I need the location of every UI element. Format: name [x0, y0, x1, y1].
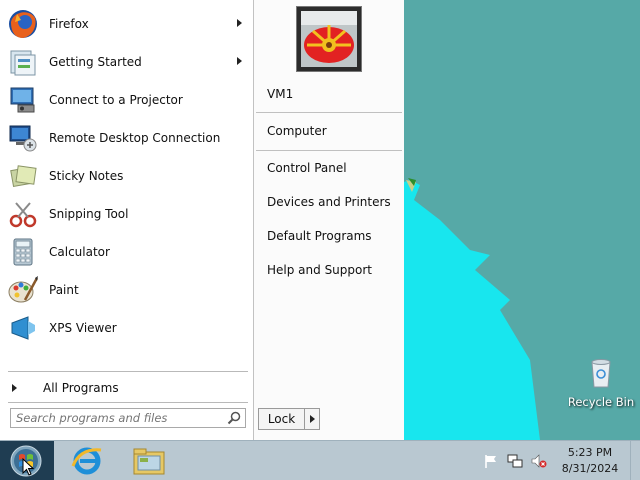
projector-icon — [6, 83, 40, 117]
submenu-arrow-icon[interactable] — [237, 19, 242, 27]
devices-printers-link[interactable]: Devices and Printers — [267, 195, 391, 209]
program-label: XPS Viewer — [49, 321, 117, 335]
program-xps-viewer[interactable]: XPS Viewer — [6, 310, 250, 346]
taskbar: 5:23 PM 8/31/2024 — [0, 440, 640, 480]
start-menu: Firefox Getting Started Connect to a Pro… — [0, 0, 404, 440]
program-paint[interactable]: Paint — [6, 272, 250, 308]
search-icon[interactable] — [227, 411, 241, 425]
program-label: Remote Desktop Connection — [49, 131, 221, 145]
program-connect-projector[interactable]: Connect to a Projector — [6, 82, 250, 118]
program-label: Getting Started — [49, 55, 142, 69]
program-label: Sticky Notes — [49, 169, 124, 183]
remote-desktop-icon — [6, 121, 40, 155]
user-picture-flower-icon — [301, 11, 357, 67]
program-remote-desktop[interactable]: Remote Desktop Connection — [6, 120, 250, 156]
lock-button[interactable]: Lock — [259, 409, 305, 429]
volume-muted-icon[interactable] — [531, 453, 547, 469]
program-calculator[interactable]: Calculator — [6, 234, 250, 270]
program-snipping-tool[interactable]: Snipping Tool — [6, 196, 250, 232]
start-menu-programs-pane: Firefox Getting Started Connect to a Pro… — [0, 0, 254, 440]
paint-icon — [6, 273, 40, 307]
action-center-flag-icon[interactable] — [483, 453, 499, 469]
calculator-icon — [6, 235, 40, 269]
xps-viewer-icon — [6, 311, 40, 345]
internet-explorer-button[interactable] — [64, 443, 110, 479]
program-label: Paint — [49, 283, 79, 297]
arrow-right-icon — [309, 415, 315, 423]
computer-link[interactable]: Computer — [267, 124, 327, 138]
shutdown-options-button[interactable] — [305, 409, 319, 429]
program-label: Calculator — [49, 245, 110, 259]
program-getting-started[interactable]: Getting Started — [6, 44, 250, 80]
program-label: Snipping Tool — [49, 207, 129, 221]
search-input[interactable] — [11, 409, 225, 427]
programs-separator — [8, 371, 248, 372]
all-programs-arrow-icon — [12, 384, 17, 392]
search-box[interactable] — [10, 408, 246, 428]
snipping-tool-icon — [6, 197, 40, 231]
program-sticky-notes[interactable]: Sticky Notes — [6, 158, 250, 194]
all-programs-button[interactable]: All Programs — [8, 378, 248, 398]
getting-started-icon — [6, 45, 40, 79]
right-separator — [256, 150, 402, 151]
recycle-bin-icon — [591, 359, 611, 388]
default-programs-link[interactable]: Default Programs — [267, 229, 372, 243]
program-firefox[interactable]: Firefox — [6, 6, 250, 42]
lock-split-button: Lock — [258, 408, 320, 430]
file-explorer-button[interactable] — [126, 443, 172, 479]
network-icon[interactable] — [507, 453, 523, 469]
taskbar-clock[interactable]: 5:23 PM 8/31/2024 — [560, 445, 620, 477]
submenu-arrow-icon[interactable] — [237, 57, 242, 65]
program-label: Firefox — [49, 17, 89, 31]
control-panel-link[interactable]: Control Panel — [267, 161, 347, 175]
firefox-icon — [6, 7, 40, 41]
internet-explorer-icon — [71, 447, 102, 475]
user-picture[interactable] — [296, 6, 362, 72]
file-explorer-icon — [133, 448, 165, 475]
recycle-bin[interactable]: Recycle Bin — [566, 358, 636, 409]
mouse-cursor-icon — [22, 458, 34, 476]
clock-date: 8/31/2024 — [561, 462, 619, 475]
clock-time: 5:23 PM — [567, 446, 613, 459]
help-support-link[interactable]: Help and Support — [267, 263, 372, 277]
user-link[interactable]: VM1 — [267, 87, 293, 101]
all-programs-label: All Programs — [43, 381, 119, 395]
wallpaper-splash — [380, 178, 540, 440]
search-separator — [8, 402, 248, 403]
recycle-bin-label: Recycle Bin — [567, 395, 635, 409]
program-label: Connect to a Projector — [49, 93, 183, 107]
sticky-notes-icon — [6, 159, 40, 193]
right-separator — [256, 112, 402, 113]
show-desktop-button[interactable] — [630, 441, 640, 480]
